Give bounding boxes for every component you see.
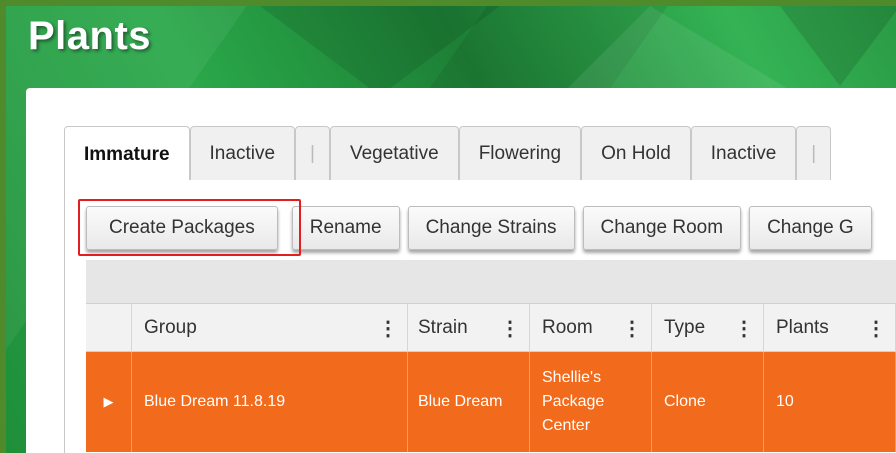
column-header-room[interactable]: Room ⋮: [530, 304, 652, 352]
action-toolbar: Create Packages Rename Change Strains Ch…: [86, 206, 880, 252]
tab-bar: Immature Inactive | Vegetative Flowering…: [64, 126, 832, 182]
column-header-group[interactable]: Group ⋮: [132, 304, 408, 352]
column-label: Plants: [776, 317, 829, 338]
tab-inactive-2[interactable]: Inactive: [690, 126, 797, 180]
change-growth-phase-button[interactable]: Change G: [749, 206, 872, 250]
tab-flowering[interactable]: Flowering: [458, 126, 582, 180]
column-menu-icon[interactable]: ⋮: [866, 316, 886, 341]
column-header-strain[interactable]: Strain ⋮: [408, 304, 530, 352]
column-label: Room: [542, 317, 593, 338]
grid-group-bar: [86, 260, 896, 304]
app-frame: Plants Immature Inactive | Vegetative Fl…: [0, 0, 896, 453]
tab-on-hold[interactable]: On Hold: [581, 126, 691, 180]
tab-separator: |: [796, 126, 832, 180]
cell-strain: Blue Dream: [408, 352, 530, 452]
rename-button[interactable]: Rename: [291, 206, 400, 250]
table-row[interactable]: ▶ Blue Dream 11.8.19 Blue Dream Shellie'…: [86, 352, 896, 452]
tab-separator: |: [295, 126, 330, 180]
row-expander-cell[interactable]: ▶: [86, 352, 132, 452]
column-menu-icon[interactable]: ⋮: [500, 316, 520, 341]
change-strains-button[interactable]: Change Strains: [407, 206, 575, 250]
tab-inactive[interactable]: Inactive: [189, 126, 296, 180]
header-expander-cell: [86, 304, 132, 352]
plants-grid: Group ⋮ Strain ⋮ Room ⋮ Type ⋮ Plants ⋮: [86, 260, 896, 453]
cell-plants: 10: [764, 352, 896, 452]
column-menu-icon[interactable]: ⋮: [622, 316, 642, 341]
column-label: Strain: [418, 317, 468, 338]
banner-decoration: [780, 6, 896, 86]
column-label: Type: [664, 317, 706, 338]
column-header-type[interactable]: Type ⋮: [652, 304, 764, 352]
tab-vegetative[interactable]: Vegetative: [329, 126, 459, 180]
banner-decoration: [560, 6, 800, 96]
column-header-plants[interactable]: Plants ⋮: [764, 304, 896, 352]
create-packages-button[interactable]: Create Packages: [86, 206, 278, 250]
cell-type: Clone: [652, 352, 764, 452]
banner-decoration: [260, 6, 500, 96]
cell-group: Blue Dream 11.8.19: [132, 352, 408, 452]
column-label: Group: [144, 317, 197, 338]
column-menu-icon[interactable]: ⋮: [378, 316, 398, 341]
change-room-button[interactable]: Change Room: [582, 206, 742, 250]
tab-immature[interactable]: Immature: [64, 126, 190, 182]
cell-room: Shellie's Package Center: [530, 352, 652, 452]
grid-header-row: Group ⋮ Strain ⋮ Room ⋮ Type ⋮ Plants ⋮: [86, 304, 896, 352]
column-menu-icon[interactable]: ⋮: [734, 316, 754, 341]
page-title: Plants: [28, 14, 152, 58]
expand-triangle-icon[interactable]: ▶: [104, 390, 114, 414]
